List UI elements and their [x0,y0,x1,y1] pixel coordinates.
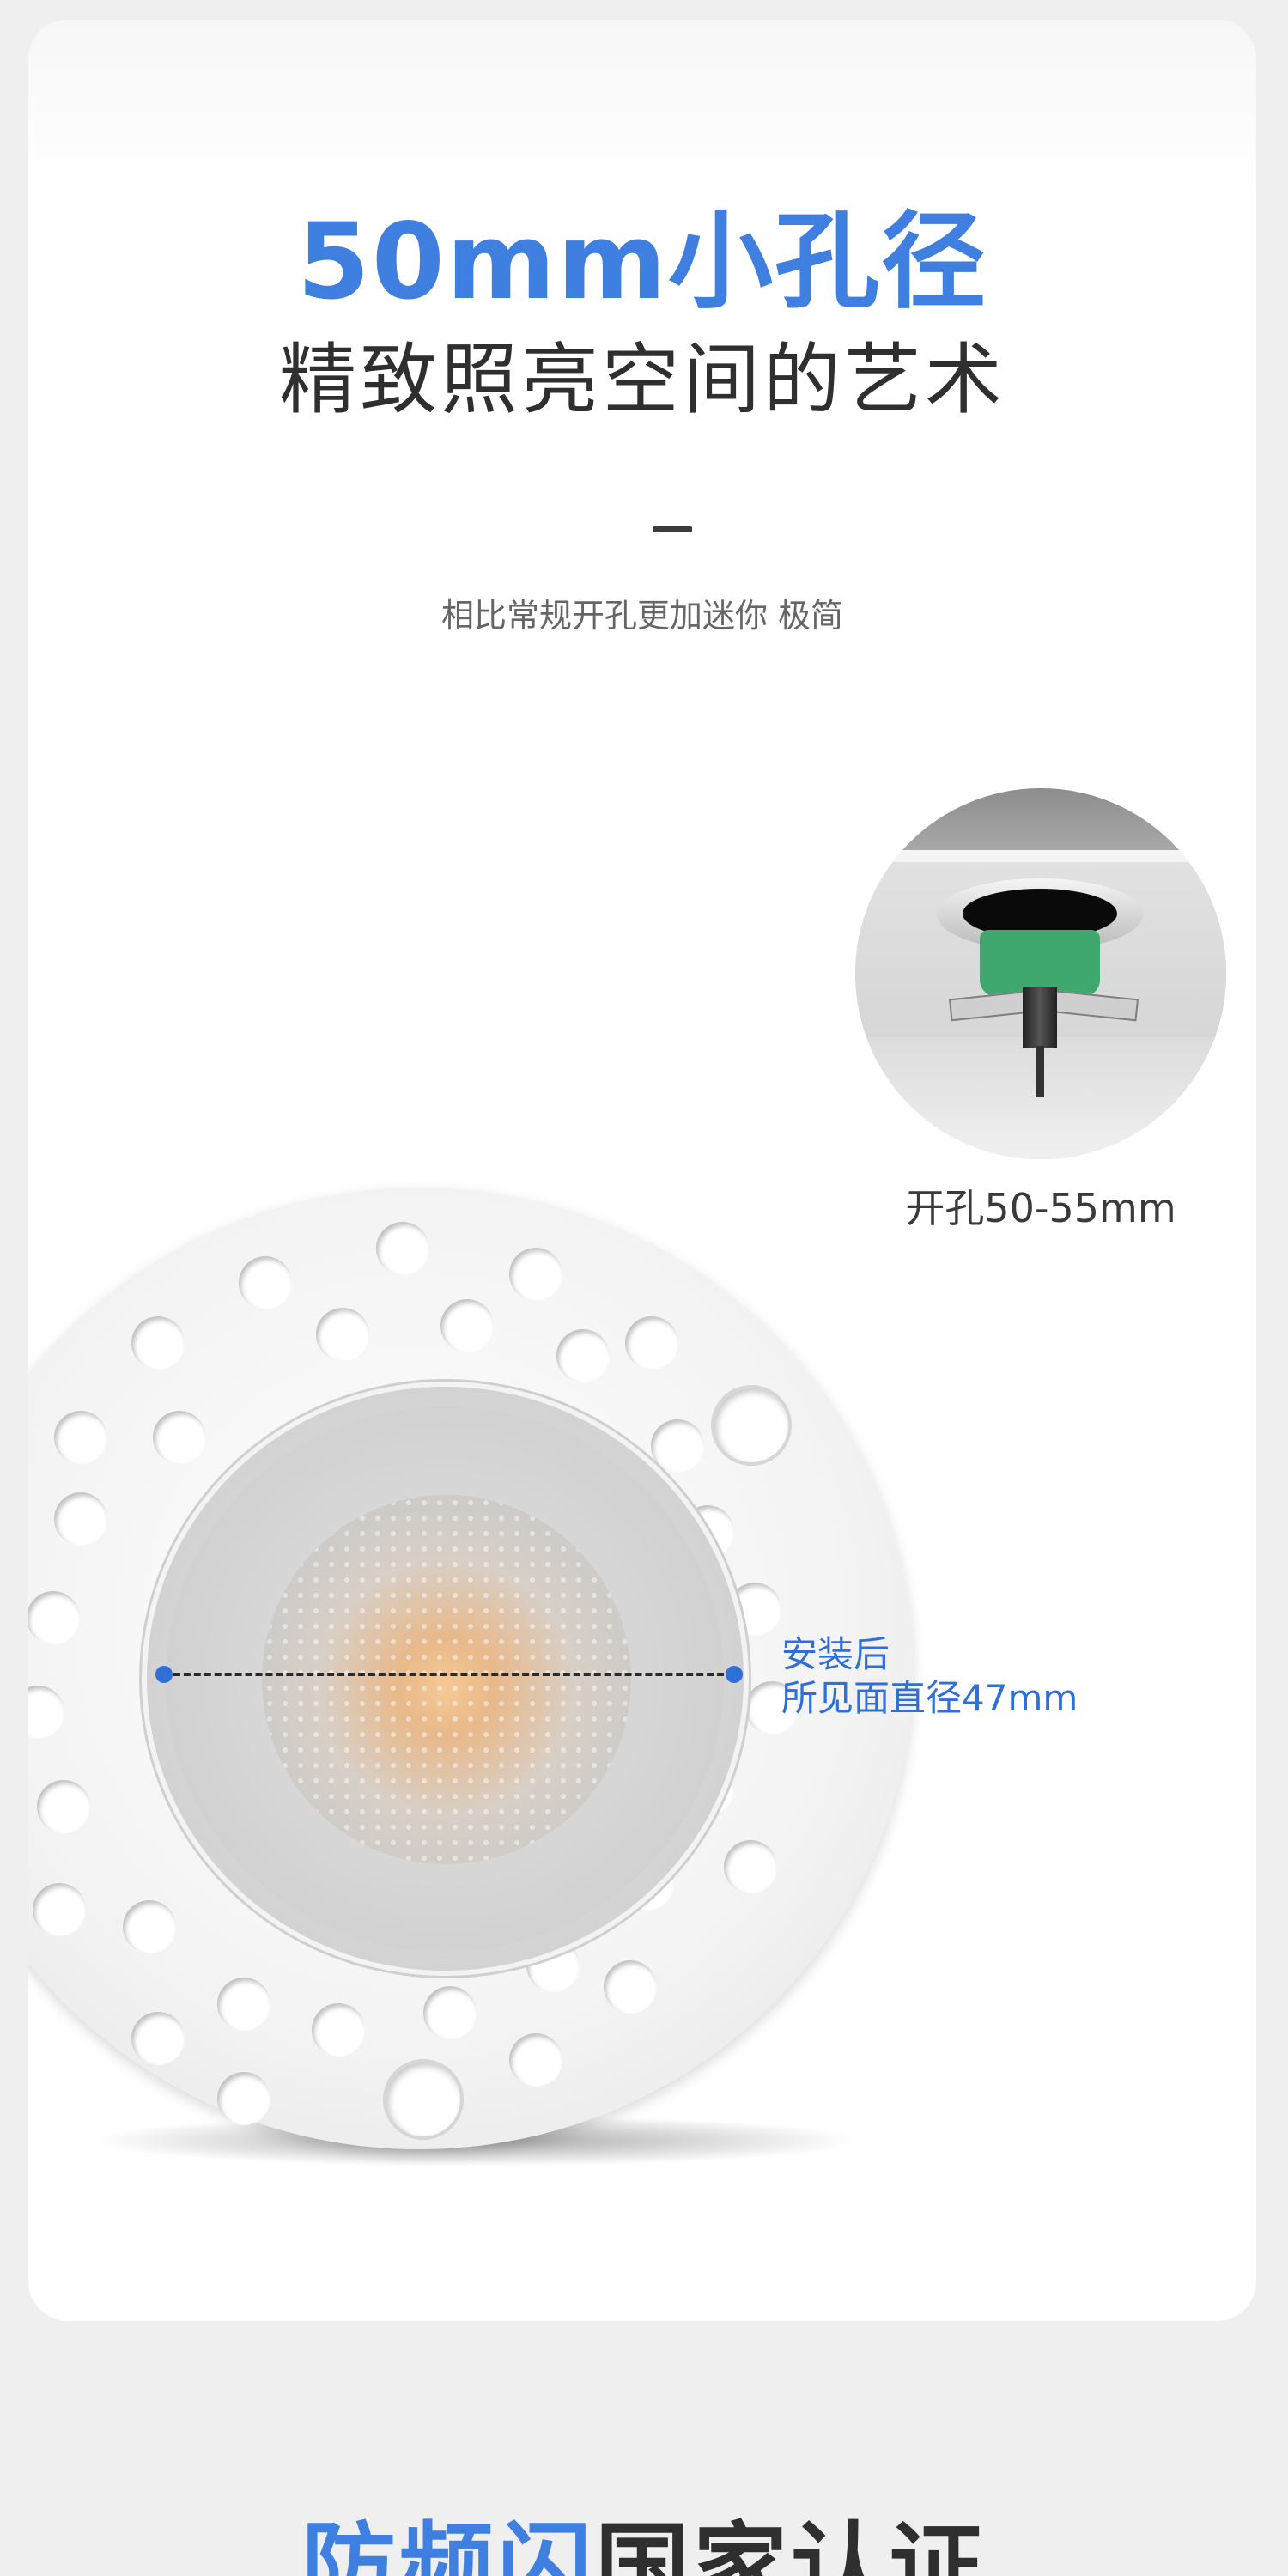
next-section-title-highlight: 防频闪 [301,2512,595,2576]
flange-hole [217,1978,270,2031]
cutout-size-caption: 开孔50-55mm [905,1185,1176,1231]
title-divider [653,526,692,532]
flange-hole [556,1329,610,1382]
next-section-title: 防频闪国家认证 [0,2516,1288,2576]
flange-hole [28,1591,80,1644]
flange-hole [376,1222,429,1275]
dimension-endpoint-left [155,1666,173,1683]
flange-hole [131,2012,185,2065]
headline-main: 精致照亮空间的艺术 [279,335,1005,425]
flange-hole [153,1411,206,1464]
flange-hole [509,2033,562,2087]
flange-hole [54,1411,107,1464]
flange-hole [651,1419,704,1473]
flange-hole [54,1492,107,1546]
flange-hole [724,1840,777,1893]
flange-hole [316,1308,369,1361]
product-detail-page: 50mm小孔径 精致照亮空间的艺术 相比常规开孔更加迷你 极简 开孔50-55m… [0,0,1288,2576]
subtitle: 相比常规开孔更加迷你 极简 [440,597,844,635]
flange-hole [312,2003,365,2057]
flange-hole [123,1900,176,1953]
dimension-label-line1: 安装后 [781,1633,890,1675]
lamp-stem [1036,1046,1044,1097]
flange-hole [28,1686,64,1739]
lamp-body [1023,987,1057,1048]
headline-highlight: 50mm小孔径 [296,201,988,323]
flange-hole [217,2072,270,2125]
feature-card: 50mm小孔径 精致照亮空间的艺术 相比常规开孔更加迷你 极简 开孔50-55m… [28,20,1256,2321]
screw-hole [383,2059,464,2140]
flange-hole [423,1986,477,2039]
card-top-shade [28,20,1256,191]
dimension-label: 安装后 所见面直径47mm [781,1632,1078,1720]
flange-hole [131,1316,185,1370]
flange-hole [625,1316,678,1370]
flange-hole [440,1299,494,1352]
installation-illustration [855,788,1226,1159]
lens-texture [262,1495,631,1864]
screw-hole [711,1385,792,1466]
flange-hole [509,1248,562,1301]
dimension-endpoint-right [726,1666,743,1683]
next-section-title-main: 国家认证 [595,2512,987,2576]
flange-hole [37,1780,90,1833]
diameter-dimension-line [163,1673,734,1676]
dimension-label-line2: 所见面直径47mm [781,1677,1078,1720]
flange-hole [604,1960,657,2014]
lamp-lens [262,1495,631,1864]
ceiling-surface [855,788,1226,850]
flange-hole [239,1256,292,1309]
flange-hole [33,1883,86,1936]
ceiling-edge [855,850,1226,862]
